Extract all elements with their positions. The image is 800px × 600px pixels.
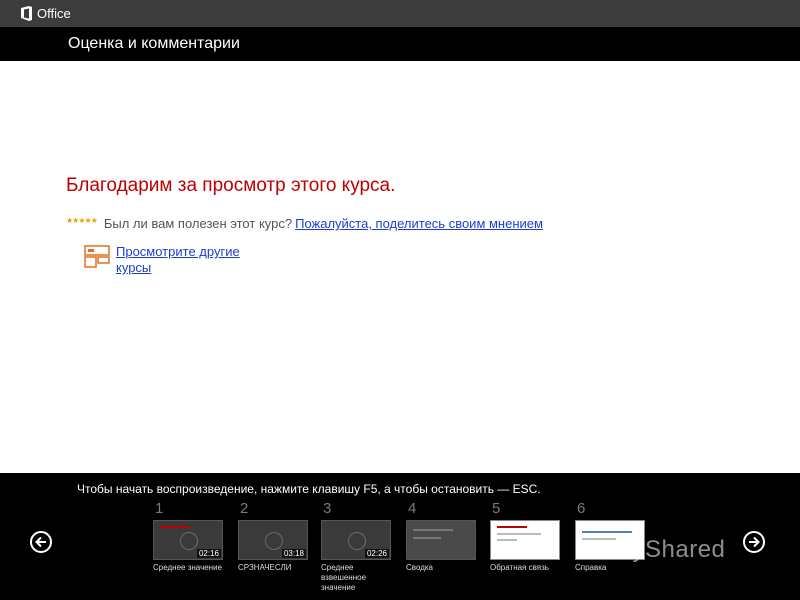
thumbnail-duration: 03:18 (281, 549, 306, 558)
office-app-name: Office (37, 6, 71, 21)
thumbnail-3[interactable]: 3 02:26 Среднее взвешенное значение (321, 500, 393, 593)
thumbnail-2[interactable]: 2 03:18 СРЗНАЧЕСЛИ (238, 500, 310, 573)
play-icon (265, 532, 283, 550)
rating-stars-icon: ★★★★★ (66, 216, 98, 225)
thumbnail-label: Сводка (406, 563, 434, 572)
thumbnail-label: Обратная связь (490, 563, 549, 572)
thumbnail-label: Справка (575, 563, 607, 572)
thumbnail-duration: 02:26 (364, 549, 389, 558)
play-icon (348, 532, 366, 550)
thumbnail-4[interactable]: 4 Сводка (406, 500, 478, 573)
thumbnail-number: 1 (155, 500, 164, 517)
thumbnail-label: Среднее значение (153, 563, 223, 572)
page-title: Оценка и комментарии (68, 35, 240, 52)
slide-navigation-panel: Чтобы начать воспроизведение, нажмите кл… (0, 473, 800, 600)
feedback-link[interactable]: Пожалуйста, поделитесь своим мнением (295, 216, 543, 231)
thumbnail-5[interactable]: 5 Обратная связь (490, 500, 562, 573)
thumbnail-1[interactable]: 1 02:16 Среднее значение (153, 500, 225, 573)
thumbnail-number: 4 (408, 500, 417, 517)
thumbnail-label: СРЗНАЧЕСЛИ (238, 563, 292, 572)
previous-arrow-icon[interactable] (30, 531, 52, 553)
watermark-logo: MyShared (612, 536, 726, 563)
more-courses-link[interactable]: Просмотрите другие курсы (116, 244, 256, 276)
thumbnail-slide-image[interactable] (490, 520, 560, 560)
thumbnail-label: Среднее взвешенное значение (321, 563, 367, 592)
title-bar: Оценка и комментарии (0, 27, 800, 61)
feedback-question: Был ли вам полезен этот курс? (103, 216, 293, 231)
courses-icon (84, 245, 110, 268)
thumbnail-slide-image[interactable] (406, 520, 476, 560)
feedback-row: ★★★★★ Был ли вам полезен этот курс? Пожа… (66, 216, 543, 231)
next-arrow-icon[interactable] (743, 531, 765, 553)
thumbnail-video-image[interactable]: 02:26 (321, 520, 391, 560)
office-top-bar: Office (0, 0, 800, 27)
play-icon (180, 532, 198, 550)
thumbnail-number: 3 (323, 500, 332, 517)
thumbnail-number: 2 (240, 500, 249, 517)
playback-hint: Чтобы начать воспроизведение, нажмите кл… (77, 482, 541, 496)
thumbnail-duration: 02:16 (196, 549, 221, 558)
thanks-heading: Благодарим за просмотр этого курса. (66, 175, 396, 196)
thumbnail-number: 5 (492, 500, 501, 517)
thumbnail-number: 6 (577, 500, 586, 517)
office-logo-icon (21, 6, 32, 21)
thumbnail-video-image[interactable]: 02:16 (153, 520, 223, 560)
thumbnail-video-image[interactable]: 03:18 (238, 520, 308, 560)
